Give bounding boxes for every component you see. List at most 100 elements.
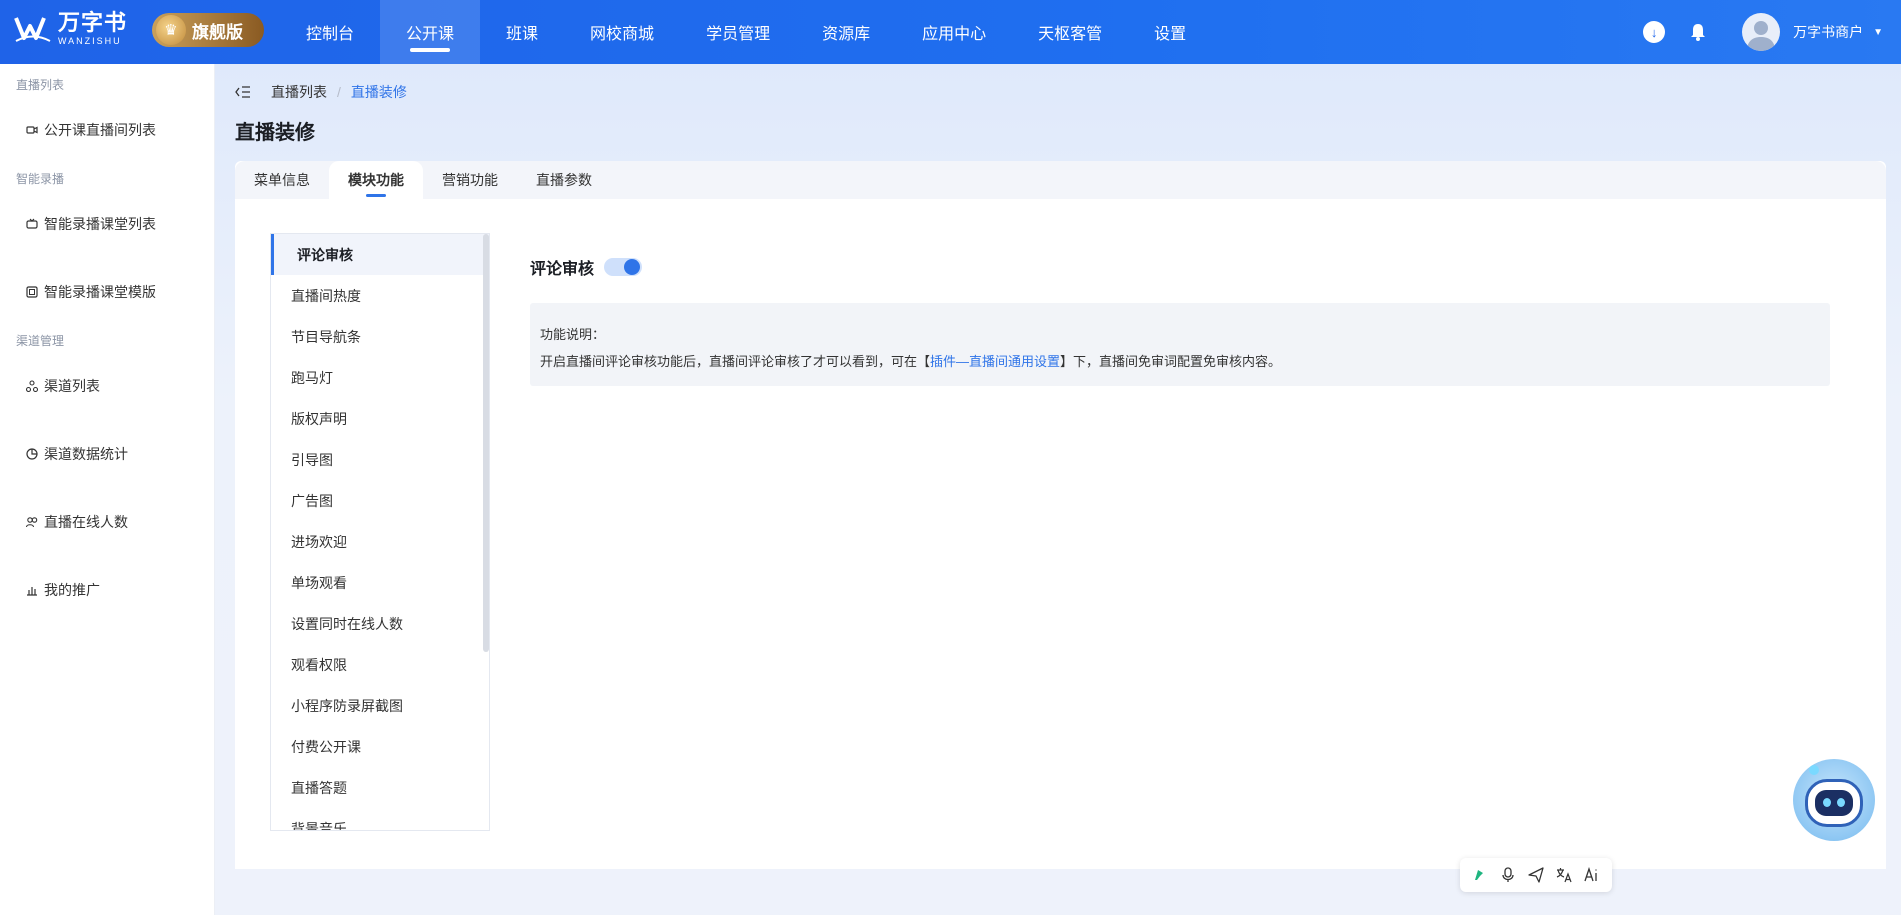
tab-live-params[interactable]: 直播参数: [517, 161, 611, 199]
tab-marketing[interactable]: 营销功能: [423, 161, 517, 199]
avatar[interactable]: [1742, 13, 1781, 51]
collapse-sidebar-icon[interactable]: [235, 84, 255, 100]
floating-toolbox: [1460, 858, 1612, 892]
crown-icon: ♛: [156, 15, 186, 45]
description-text-after: 】下，直播间免审词配置免审核内容。: [1060, 354, 1282, 369]
assistant-antenna-icon: [1809, 765, 1819, 775]
tab-label: 直播参数: [536, 172, 592, 188]
module-item[interactable]: 评论审核: [271, 234, 489, 275]
main-nav: 控制台 公开课 班课 网校商城 学员管理 资源库 应用中心 天枢客管 设置: [280, 0, 1212, 64]
brand-logo[interactable]: 万字书 WANZISHU: [14, 12, 144, 46]
sidebar-item-live-room-list[interactable]: 公开课直播间列表: [0, 96, 214, 164]
nav-item-open-class[interactable]: 公开课: [380, 0, 481, 64]
ai-assistant-button[interactable]: [1793, 759, 1875, 841]
nav-item-school-mall[interactable]: 网校商城: [564, 0, 680, 64]
video-icon: [26, 124, 38, 136]
module-item[interactable]: 引导图: [271, 439, 489, 480]
module-item[interactable]: 设置同时在线人数: [271, 603, 489, 644]
plugin-settings-link[interactable]: 插件—直播间通用设置: [930, 354, 1060, 369]
sidebar-item-label: 我的推广: [44, 582, 100, 598]
module-item[interactable]: 版权声明: [271, 398, 489, 439]
nav-label: 网校商城: [590, 26, 655, 43]
main-content: 直播列表 / 直播装修 直播装修 菜单信息 模块功能 营销功能 直播参数 评论审…: [215, 64, 1901, 915]
nav-item-app-center[interactable]: 应用中心: [896, 0, 1012, 64]
module-item[interactable]: 节目导航条: [271, 316, 489, 357]
robot-eye-icon: [1823, 798, 1831, 807]
breadcrumb-item-live-list[interactable]: 直播列表: [271, 82, 327, 102]
user-name[interactable]: 万字书商户: [1793, 22, 1863, 42]
toggle-knob: [624, 259, 641, 275]
chevron-down-icon[interactable]: ▼: [1873, 27, 1883, 38]
module-item[interactable]: 小程序防录屏截图: [271, 685, 489, 726]
feature-description: 功能说明： 开启直播间评论审核功能后，直播间评论审核了才可以看到，可在【插件—直…: [530, 303, 1830, 386]
description-text-before: 开启直播间评论审核功能后，直播间评论审核了才可以看到，可在【: [540, 354, 931, 369]
send-icon[interactable]: [1526, 865, 1546, 885]
nav-label: 应用中心: [922, 26, 987, 43]
nav-item-class[interactable]: 班课: [480, 0, 564, 64]
sidebar-item-smart-recording-list[interactable]: 智能录播课堂列表: [0, 190, 214, 258]
sidebar-item-label: 渠道数据统计: [44, 446, 128, 462]
logo-mark-icon: [14, 17, 51, 42]
tab-label: 模块功能: [348, 172, 404, 188]
sidebar-group-title: 直播列表: [16, 78, 65, 92]
user-avatar-icon: [1747, 21, 1776, 51]
sidebar-group-title: 渠道管理: [16, 334, 65, 348]
tab-menu-info[interactable]: 菜单信息: [235, 161, 329, 199]
sidebar-item-my-promotion[interactable]: 我的推广: [0, 556, 214, 624]
module-item[interactable]: 直播间热度: [271, 275, 489, 316]
translate-icon[interactable]: [1554, 865, 1574, 885]
page-title: 直播装修: [235, 122, 315, 144]
nav-item-crm[interactable]: 天枢客管: [1012, 0, 1128, 64]
description-heading: 功能说明：: [540, 327, 606, 342]
sidebar-item-live-online-count[interactable]: 直播在线人数: [0, 488, 214, 556]
breadcrumb-item-current: 直播装修: [350, 84, 407, 100]
sidebar-item-smart-recording-template[interactable]: 智能录播课堂模版: [0, 258, 214, 326]
module-list-scrollbar[interactable]: [483, 234, 489, 652]
sidebar-item-channel-list[interactable]: 渠道列表: [0, 352, 214, 420]
nav-item-resource-library[interactable]: 资源库: [796, 0, 896, 64]
module-item[interactable]: 观看权限: [271, 644, 489, 685]
microphone-icon[interactable]: [1498, 865, 1518, 885]
setting-row: 评论审核: [530, 255, 643, 279]
pen-icon[interactable]: [1470, 865, 1490, 885]
sidebar-group-title: 智能录播: [16, 172, 65, 186]
sidebar-item-label: 渠道列表: [44, 378, 100, 394]
sidebar-item-channel-stats[interactable]: 渠道数据统计: [0, 420, 214, 488]
comment-review-toggle[interactable]: [604, 258, 643, 276]
bell-icon[interactable]: [1686, 20, 1710, 44]
nav-item-settings[interactable]: 设置: [1128, 0, 1212, 64]
edition-badge: ♛ 旗舰版: [152, 13, 264, 47]
top-navigation-bar: 万字书 WANZISHU ♛ 旗舰版 控制台 公开课 班课 网校商城 学员管理 …: [0, 0, 1901, 64]
module-item[interactable]: 单场观看: [271, 562, 489, 603]
sidebar-item-label: 智能录播课堂列表: [44, 216, 156, 232]
module-item[interactable]: 付费公开课: [271, 726, 489, 767]
channel-icon: [26, 380, 38, 392]
module-item[interactable]: 进场欢迎: [271, 521, 489, 562]
module-item[interactable]: 广告图: [271, 480, 489, 521]
ai-text-icon[interactable]: [1582, 865, 1602, 885]
brand-name: 万字书: [58, 10, 128, 35]
module-item[interactable]: 直播答题: [271, 767, 489, 808]
nav-label: 控制台: [306, 26, 355, 43]
sidebar: 直播列表 公开课直播间列表 智能录播 智能录播课堂列表 智能录播课堂模版 渠道管…: [0, 64, 215, 915]
sidebar-item-label: 智能录播课堂模版: [44, 284, 156, 300]
tab-module-functions[interactable]: 模块功能: [329, 161, 423, 199]
module-item[interactable]: 背景音乐: [271, 808, 489, 831]
nav-label: 公开课: [406, 26, 455, 43]
download-icon[interactable]: ↓: [1642, 20, 1666, 44]
module-item[interactable]: 跑马灯: [271, 357, 489, 398]
nav-label: 学员管理: [706, 26, 771, 43]
tab-bar: 菜单信息 模块功能 营销功能 直播参数: [235, 161, 1886, 199]
nav-item-student-management[interactable]: 学员管理: [680, 0, 796, 64]
breadcrumb: 直播列表 / 直播装修: [235, 82, 407, 102]
nav-item-console[interactable]: 控制台: [280, 0, 380, 64]
content-card: 菜单信息 模块功能 营销功能 直播参数 评论审核 直播间热度 节目导航条 跑马灯…: [235, 161, 1886, 869]
tab-label: 营销功能: [442, 172, 498, 188]
tab-label: 菜单信息: [254, 172, 310, 188]
brand-name-en: WANZISHU: [58, 36, 122, 46]
nav-label: 资源库: [822, 26, 871, 43]
nav-label: 设置: [1154, 26, 1187, 43]
tv-icon: [26, 218, 38, 230]
pie-chart-icon: [26, 448, 38, 460]
edition-label: 旗舰版: [192, 22, 243, 42]
